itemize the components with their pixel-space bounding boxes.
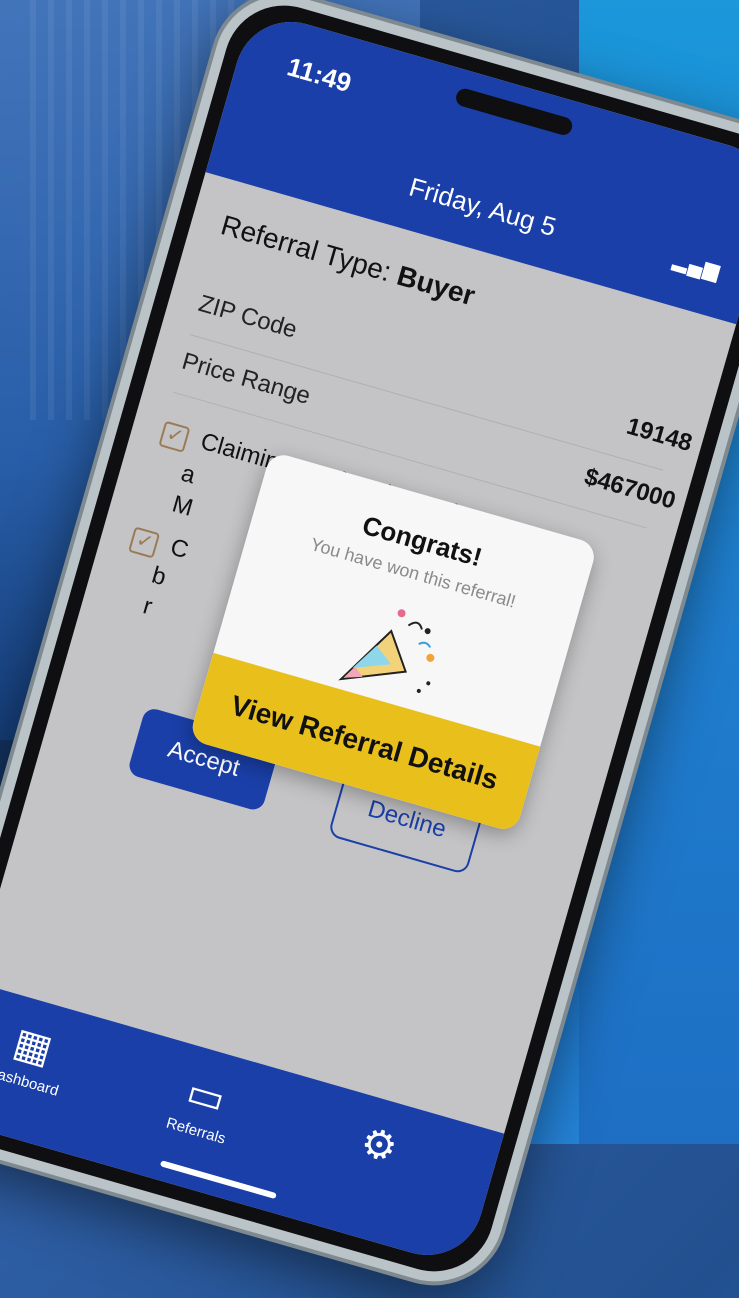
clause1-checkbox[interactable] [158,420,191,453]
clause1-cont: a [178,459,199,490]
zip-label: ZIP Code [195,289,301,344]
tab-settings[interactable]: ⚙ [318,1109,438,1187]
header-date: Friday, Aug 5 [405,171,560,243]
clause2-checkbox[interactable] [128,526,161,559]
referral-type-label: Referral Type: [217,209,395,288]
price-value: $467000 [581,463,679,515]
home-indicator [159,1160,277,1200]
gear-icon: ⚙ [355,1119,403,1172]
tab-referrals[interactable]: ▭ Referrals [141,1060,265,1155]
tab-bar: ▦ Dashboard ▭ Referrals ⚙ [0,981,505,1269]
status-time: 11:49 [283,51,355,99]
zip-value: 19148 [623,412,696,458]
clause2-a: C [167,533,192,565]
clause2-b: b [148,561,170,592]
tab-dashboard[interactable]: ▦ Dashboard [0,1010,92,1105]
referral-type-value: Buyer [393,259,479,312]
clause2-c: r [140,592,156,621]
notch [453,86,575,138]
clause1-cont2: M [169,490,196,522]
